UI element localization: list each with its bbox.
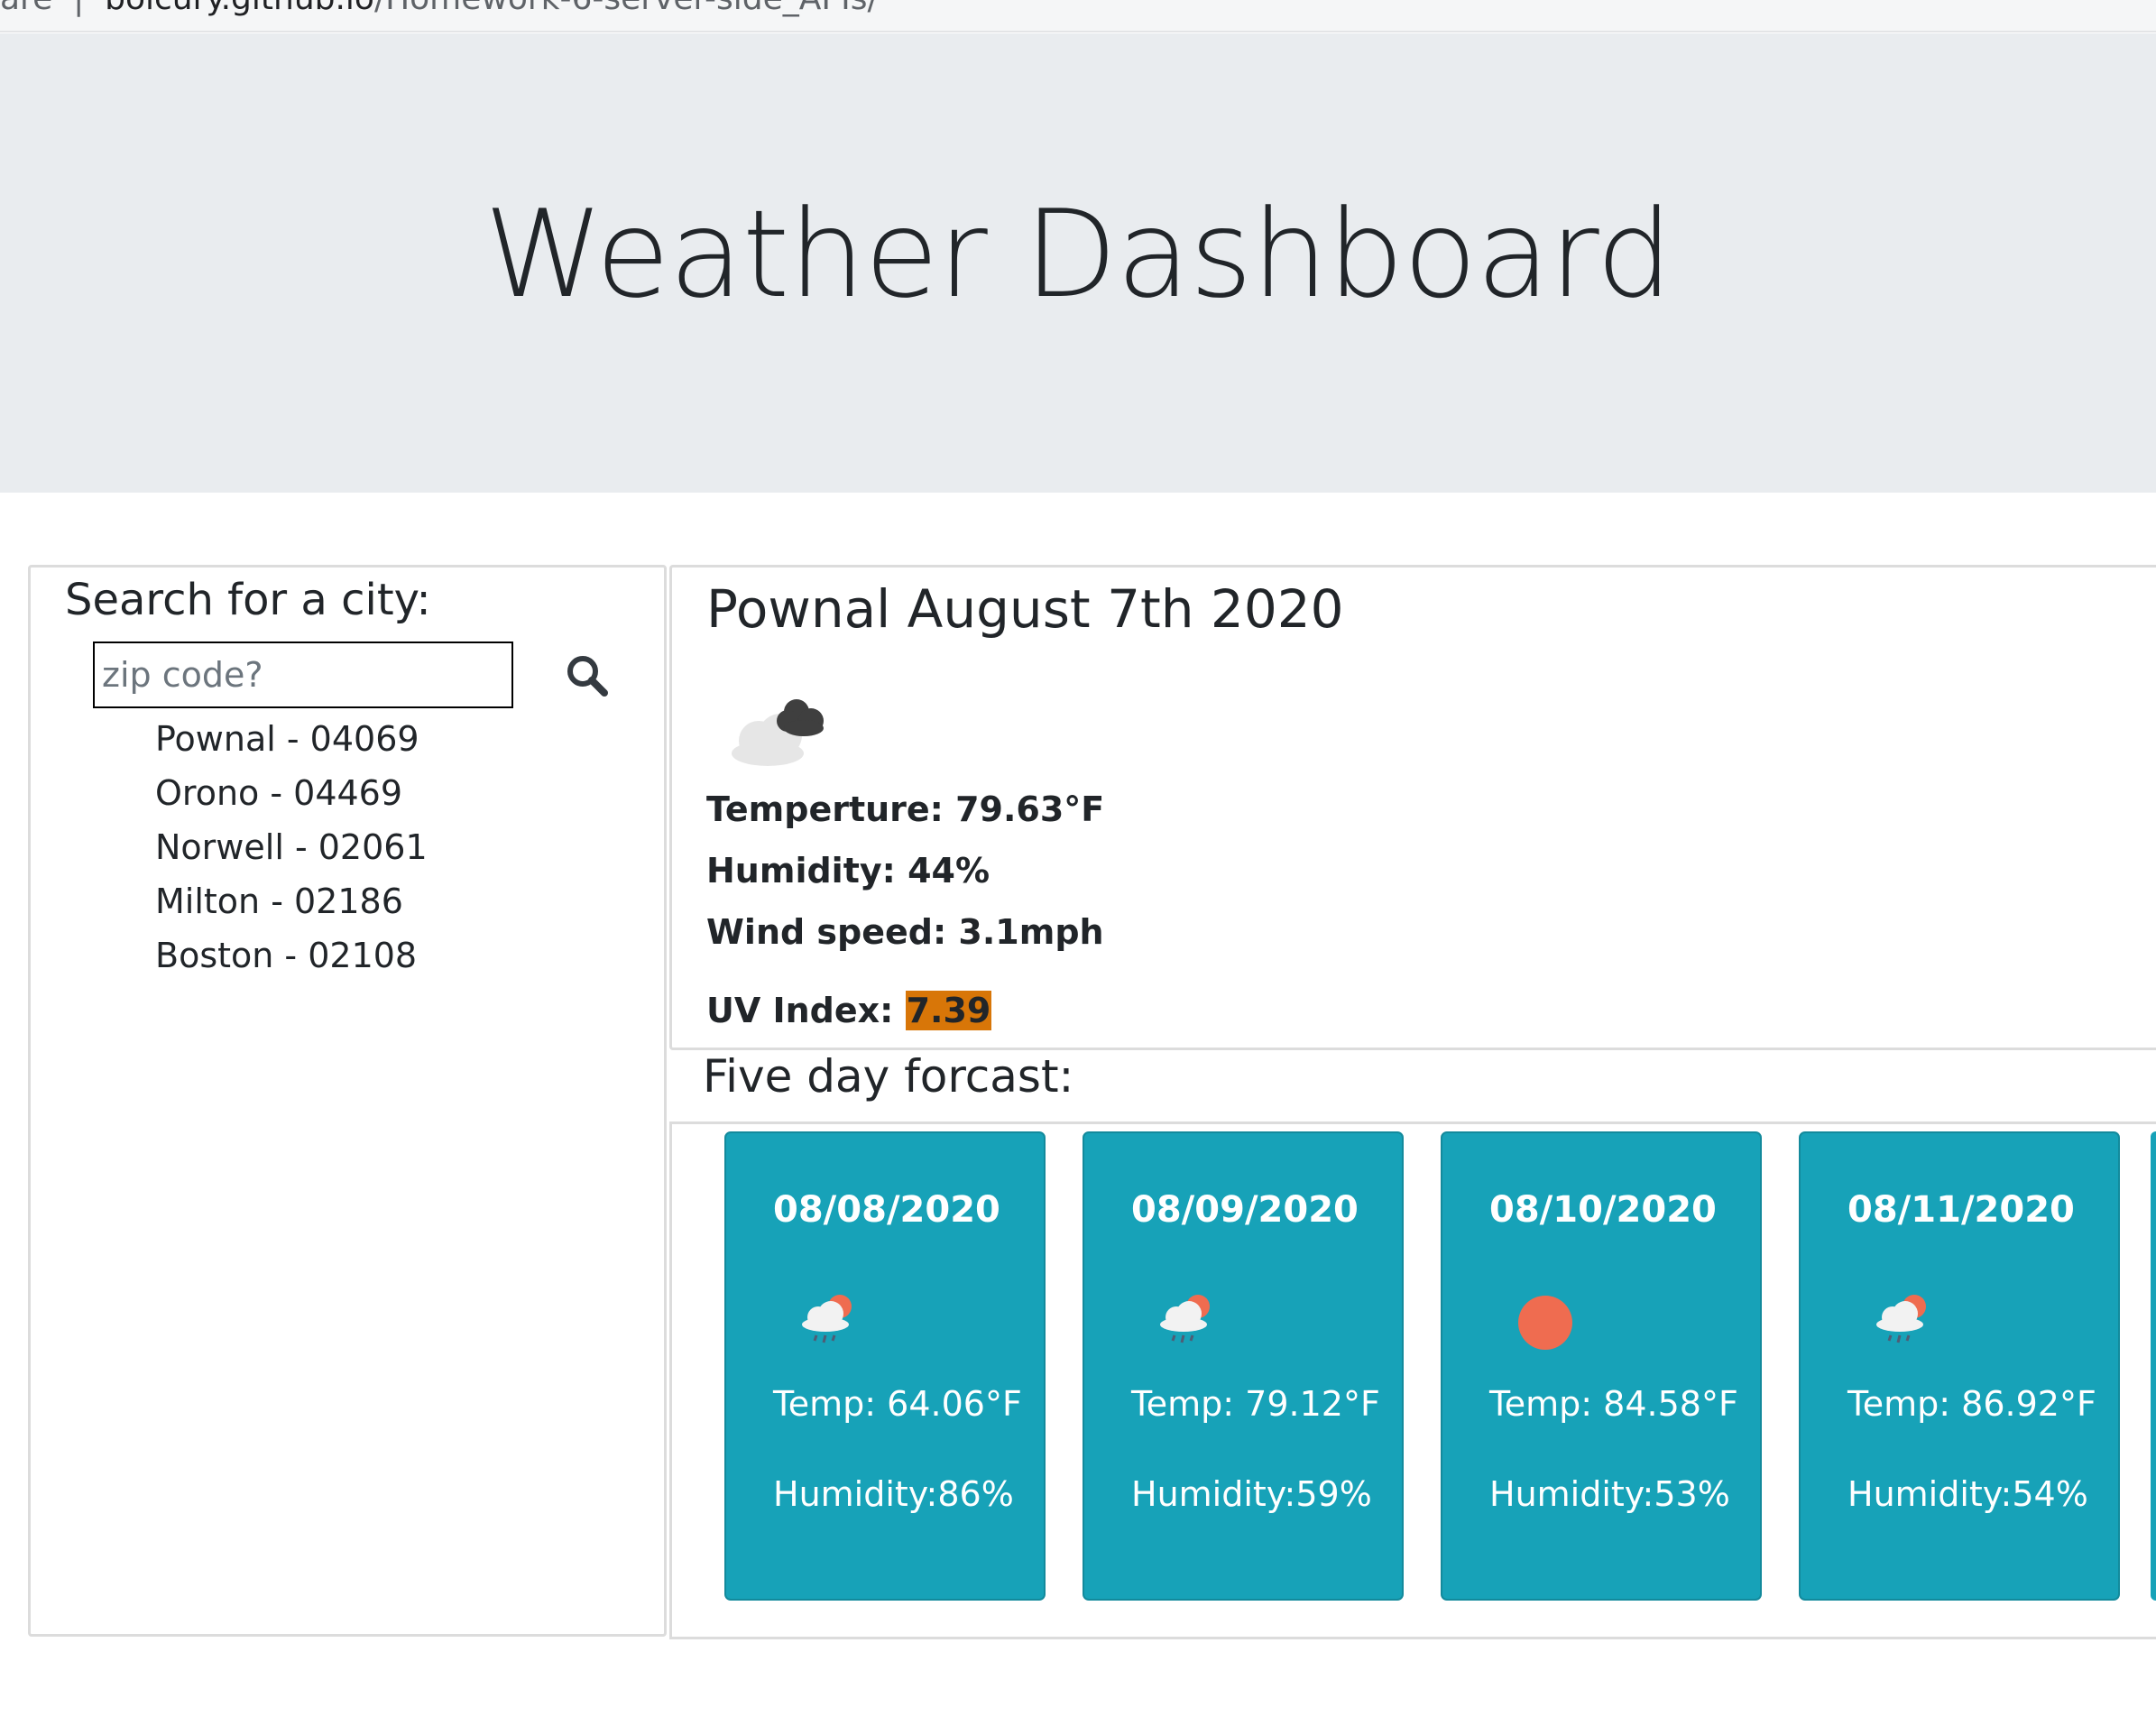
forecast-temp: Temp: 64.06°F [773,1384,1022,1424]
forecast-temp: Temp: 79.12°F [1131,1384,1380,1424]
search-history-list: Pownal - 04069 Orono - 04469 Norwell - 0… [155,712,428,983]
current-wind-speed: Wind speed: 3.1mph [706,912,1104,952]
browser-address-bar[interactable]: are | bolcury.github.io/Homework-6-serve… [0,0,2156,32]
uv-value-badge: 7.39 [905,991,992,1030]
forecast-humidity: Humidity:59% [1131,1474,1372,1514]
forecast-card-partial [2151,1131,2156,1601]
page-header: Weather Dashboard [0,33,2156,493]
history-item[interactable]: Orono - 04469 [155,766,428,820]
sun-icon [1518,1296,1572,1350]
uv-label: UV Index: [706,991,906,1030]
forecast-temp: Temp: 86.92°F [1847,1384,2096,1424]
history-item[interactable]: Boston - 02108 [155,928,428,983]
forecast-card: 08/09/2020 Temp: 79.12°F Humidity:59% [1083,1131,1404,1601]
rain-sun-icon [1160,1295,1210,1343]
forecast-date: 08/10/2020 [1489,1189,1717,1231]
history-item[interactable]: Pownal - 04069 [155,712,428,766]
forecast-card: 08/11/2020 Temp: 86.92°F Humidity:54% [1799,1131,2120,1601]
forecast-heading: Five day forcast: [703,1050,1074,1103]
forecast-humidity: Humidity:53% [1489,1474,1730,1514]
current-weather-panel: Pownal August 7th 2020 Temperture: 79.63… [669,565,2156,1050]
current-uv-index: UV Index: 7.39 [706,991,992,1030]
forecast-humidity: Humidity:54% [1847,1474,2088,1514]
forecast-temp: Temp: 84.58°F [1489,1384,1738,1424]
zip-code-input[interactable] [93,641,513,708]
page-title: Weather Dashboard [484,184,1673,325]
rain-sun-icon [1876,1295,1926,1343]
forecast-card: 08/10/2020 Temp: 84.58°F Humidity:53% [1441,1131,1762,1601]
current-city-date: Pownal August 7th 2020 [706,578,1344,640]
current-temperature: Temperture: 79.63°F [706,789,1105,829]
history-item[interactable]: Norwell - 02061 [155,820,428,874]
forecast-date: 08/08/2020 [773,1189,1000,1231]
forecast-date: 08/11/2020 [1847,1189,2075,1231]
rain-sun-icon [802,1295,852,1343]
forecast-humidity: Humidity:86% [773,1474,1014,1514]
search-heading: Search for a city: [65,575,431,625]
broken-clouds-icon [732,699,824,766]
current-humidity: Humidity: 44% [706,851,990,891]
address-bar-url: are | bolcury.github.io/Homework-6-serve… [0,0,879,17]
history-item[interactable]: Milton - 02186 [155,874,428,928]
search-panel: Search for a city: Pownal - 04069 Orono … [28,565,667,1637]
forecast-card: 08/08/2020 Temp: 64.06°F Humidity:86% [724,1131,1046,1601]
search-icon[interactable] [563,651,613,702]
forecast-date: 08/09/2020 [1131,1189,1359,1231]
